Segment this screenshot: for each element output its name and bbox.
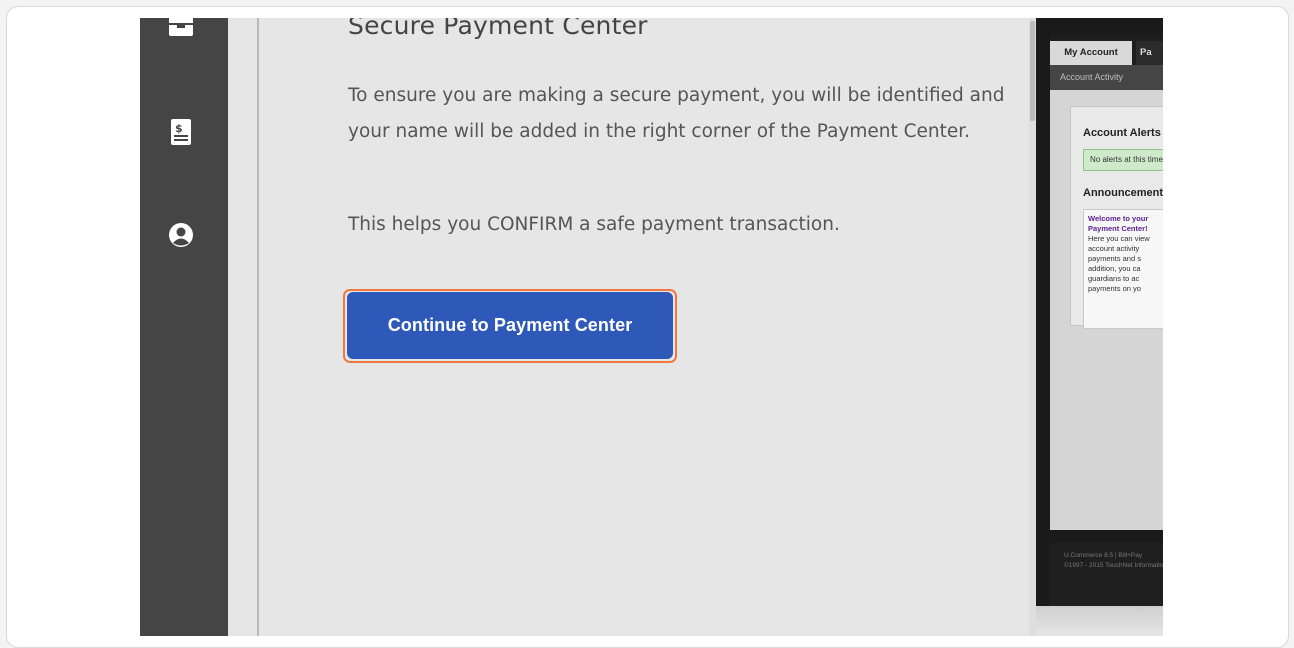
payment-center-preview: My Account Pa Account Activity Account A… [1036,18,1163,636]
preview-announcement-line: Here you can view [1088,234,1150,243]
preview-device: My Account Pa Account Activity Account A… [1036,18,1163,606]
preview-announcement-line: payments on yo [1088,284,1141,293]
preview-shadow [1036,606,1163,636]
scrollbar-thumb[interactable] [1030,21,1035,121]
preview-announcement-line: addition, you ca [1088,264,1141,273]
preview-alerts-message: No alerts at this time. [1083,149,1163,171]
app-window: $ Secure Payment Center To ensure you ar… [140,18,1163,636]
preview-announcement: Welcome to your Payment Center! Here you… [1083,209,1163,329]
preview-footer-line: U.Commerce 8.5 | Bill+Pay [1064,552,1143,559]
preview-announcement-line: guardians to ac [1088,274,1140,283]
continue-to-payment-center-button[interactable]: Continue to Payment Center [347,292,673,359]
preview-alerts-heading: Account Alerts [1083,127,1161,139]
preview-subnav: Account Activity [1050,65,1163,90]
preview-announcement-line: account activity [1088,244,1140,253]
preview-panel: Account Alerts No alerts at this time. A… [1050,90,1163,530]
preview-footer: U.Commerce 8.5 | Bill+Pay ©1997 - 2015 T… [1050,543,1163,606]
preview-announcement-line: payments and s [1088,254,1141,263]
preview-footer-line: ©1997 - 2015 TouchNet Information System… [1064,562,1163,569]
intro-paragraph: To ensure you are making a secure paymen… [348,85,1005,142]
screenshot-frame: $ Secure Payment Center To ensure you ar… [6,6,1289,648]
preview-tab-my-account: My Account [1050,41,1132,65]
page-title: Secure Payment Center [348,18,648,40]
main-content: Secure Payment Center To ensure you are … [259,18,1029,636]
sidebar: $ [140,18,228,636]
preview-announcement-title: Welcome to your Payment Center! [1088,214,1149,233]
content-scrollbar[interactable] [1029,18,1036,636]
bill-icon[interactable]: $ [167,118,195,146]
preview-announcements-heading: Announcements [1083,187,1163,199]
preview-box: Account Alerts No alerts at this time. A… [1070,106,1163,329]
bill-dollar-symbol: $ [175,122,183,135]
preview-tab-other: Pa [1136,41,1163,65]
account-icon[interactable] [167,221,195,249]
confirm-paragraph: This helps you CONFIRM a safe payment tr… [348,214,840,235]
inbox-icon[interactable] [167,18,195,46]
